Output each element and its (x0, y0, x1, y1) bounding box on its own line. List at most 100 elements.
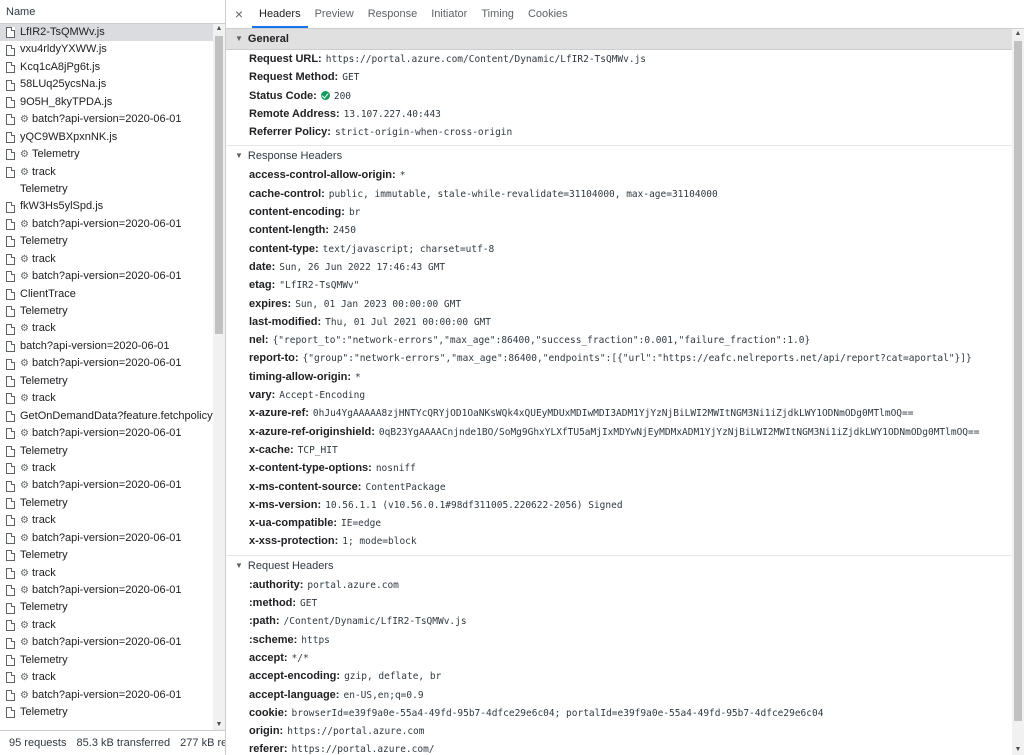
request-row[interactable]: 58LUq25ycsNa.js (0, 76, 213, 93)
request-row[interactable]: LfIR2-TsQMWv.js (0, 24, 213, 42)
header-value[interactable]: 10.56.1.1 (v10.56.0.1#98df311005.220622-… (325, 500, 622, 511)
request-headers-section-header[interactable]: ▼ Request Headers (226, 556, 1012, 576)
tab-cookies[interactable]: Cookies (521, 0, 575, 28)
header-value[interactable]: 13.107.227.40:443 (344, 109, 441, 120)
tab-timing[interactable]: Timing (474, 0, 521, 28)
tab-preview[interactable]: Preview (308, 0, 361, 28)
header-value[interactable]: public, immutable, stale-while-revalidat… (329, 189, 718, 200)
request-row[interactable]: ⚙ track (0, 565, 213, 582)
request-row[interactable]: Telemetry (0, 652, 213, 669)
scroll-up-arrow-icon[interactable]: ▲ (1014, 29, 1022, 39)
request-name: batch?api-version=2020-06-01 (31, 584, 182, 596)
request-row[interactable]: batch?api-version=2020-06-01 (0, 338, 213, 355)
header-value[interactable]: /Content/Dynamic/LfIR2-TsQMWv.js (284, 616, 467, 627)
header-value[interactable]: * (400, 170, 406, 181)
header-value[interactable]: */* (292, 653, 309, 664)
request-row[interactable]: ⚙ Telemetry (0, 146, 213, 163)
header-value[interactable]: 200 (334, 91, 351, 102)
request-row[interactable]: ⚙ batch?api-version=2020-06-01 (0, 477, 213, 494)
header-value[interactable]: strict-origin-when-cross-origin (335, 127, 512, 138)
header-value[interactable]: {"report_to":"network-errors","max_age":… (273, 335, 811, 346)
header-value[interactable]: https://portal.azure.com (287, 726, 424, 737)
header-value[interactable]: Sun, 26 Jun 2022 17:46:43 GMT (279, 262, 445, 273)
request-row[interactable]: Telemetry (0, 373, 213, 390)
request-row[interactable]: Telemetry (0, 495, 213, 512)
header-value[interactable]: Thu, 01 Jul 2021 00:00:00 GMT (325, 317, 491, 328)
scroll-down-arrow-icon[interactable]: ▼ (1014, 745, 1022, 755)
request-row[interactable]: ⚙ track (0, 617, 213, 634)
scrollbar-thumb[interactable] (215, 36, 223, 334)
request-list-scrollbar[interactable]: ▲ ▼ (213, 24, 225, 730)
request-row[interactable]: ⚙ batch?api-version=2020-06-01 (0, 268, 213, 285)
request-row[interactable]: ⚙ batch?api-version=2020-06-01 (0, 355, 213, 372)
file-icon (6, 79, 15, 91)
header-value[interactable]: br (349, 207, 360, 218)
header-value[interactable]: IE=edge (341, 518, 381, 529)
header-value[interactable]: GET (300, 598, 317, 609)
header-value[interactable]: "LfIR2-TsQMWv" (279, 280, 359, 291)
request-row[interactable]: ⚙ track (0, 669, 213, 686)
request-row[interactable]: Telemetry (0, 599, 213, 616)
request-row[interactable]: ⚙ track (0, 164, 213, 181)
request-row[interactable]: ClientTrace (0, 286, 213, 303)
header-value[interactable]: text/javascript; charset=utf-8 (323, 244, 495, 255)
request-row[interactable]: fkW3Hs5ylSpd.js (0, 198, 213, 215)
request-row[interactable]: Telemetry (0, 443, 213, 460)
request-row[interactable]: GetOnDemandData?feature.fetchpolicyforre (0, 408, 213, 425)
header-value[interactable]: * (355, 372, 361, 383)
request-row[interactable]: ⚙ track (0, 320, 213, 337)
header-value[interactable]: portal.azure.com (307, 580, 399, 591)
response-headers-section-header[interactable]: ▼ Response Headers (226, 146, 1012, 166)
request-row[interactable]: 9O5H_8kyTPDA.js (0, 94, 213, 111)
header-value[interactable]: Sun, 01 Jan 2023 00:00:00 GMT (295, 299, 461, 310)
request-row[interactable]: yQC9WBXpxnNK.js (0, 129, 213, 146)
header-value[interactable]: https (301, 635, 330, 646)
header-value[interactable]: 0hJu4YgAAAAA8zjHNTYcQRYjOD1OaNKsWQk4xQUE… (313, 408, 914, 419)
request-row[interactable]: ⚙ track (0, 251, 213, 268)
details-scrollbar[interactable]: ▲ ▼ (1012, 29, 1024, 755)
tab-headers[interactable]: Headers (252, 0, 308, 28)
request-row[interactable]: Telemetry (0, 704, 213, 721)
close-icon[interactable]: × (226, 0, 252, 28)
header-value[interactable]: TCP_HIT (298, 445, 338, 456)
request-row[interactable]: Telemetry (0, 181, 213, 198)
request-row[interactable]: ⚙ track (0, 390, 213, 407)
scrollbar-thumb[interactable] (1014, 41, 1022, 721)
header-value[interactable]: 2450 (333, 225, 356, 236)
header-value[interactable]: ContentPackage (365, 482, 445, 493)
name-column-header[interactable]: Name (0, 0, 225, 24)
request-row[interactable]: ⚙ batch?api-version=2020-06-01 (0, 216, 213, 233)
request-row[interactable]: ⚙ track (0, 460, 213, 477)
file-icon (6, 393, 15, 405)
tab-response[interactable]: Response (361, 0, 425, 28)
request-row[interactable]: ⚙ batch?api-version=2020-06-01 (0, 687, 213, 704)
header-value[interactable]: nosniff (376, 463, 416, 474)
request-row[interactable]: ⚙ batch?api-version=2020-06-01 (0, 425, 213, 442)
request-row[interactable]: ⚙ batch?api-version=2020-06-01 (0, 530, 213, 547)
request-row[interactable]: vxu4rldyYXWW.js (0, 41, 213, 58)
header-value[interactable]: https://portal.azure.com/Content/Dynamic… (326, 54, 646, 65)
request-row[interactable]: ⚙ batch?api-version=2020-06-01 (0, 111, 213, 128)
header-value[interactable]: 0qB23YgAAAACnjnde1BO/SoMg9GhxYLXfTU5aMjI… (379, 427, 980, 438)
header-value[interactable]: gzip, deflate, br (344, 671, 441, 682)
header-value[interactable]: browserId=e39f9a0e-55a4-49fd-95b7-4dfce2… (292, 708, 824, 719)
header-value[interactable]: en-US,en;q=0.9 (343, 690, 423, 701)
header-value[interactable]: 1; mode=block (342, 536, 416, 547)
header-row: accept-language: en-US,en;q=0.9 (226, 686, 1012, 704)
request-row[interactable]: Telemetry (0, 233, 213, 250)
general-section-header[interactable]: ▼ General (226, 29, 1012, 50)
request-row[interactable]: ⚙ batch?api-version=2020-06-01 (0, 582, 213, 599)
header-value[interactable]: https://portal.azure.com/ (292, 744, 435, 755)
header-value[interactable]: GET (342, 72, 359, 83)
request-row[interactable]: Telemetry (0, 303, 213, 320)
header-value[interactable]: Accept-Encoding (279, 390, 365, 401)
request-row[interactable]: Telemetry (0, 547, 213, 564)
scroll-down-arrow-icon[interactable]: ▼ (215, 720, 223, 730)
request-name: Telemetry (31, 148, 80, 161)
request-row[interactable]: ⚙ batch?api-version=2020-06-01 (0, 634, 213, 651)
header-value[interactable]: {"group":"network-errors","max_age":8640… (303, 353, 972, 364)
request-row[interactable]: Kcq1cA8jPg6t.js (0, 59, 213, 76)
scroll-up-arrow-icon[interactable]: ▲ (215, 24, 223, 34)
request-row[interactable]: ⚙ track (0, 512, 213, 529)
tab-initiator[interactable]: Initiator (424, 0, 474, 28)
